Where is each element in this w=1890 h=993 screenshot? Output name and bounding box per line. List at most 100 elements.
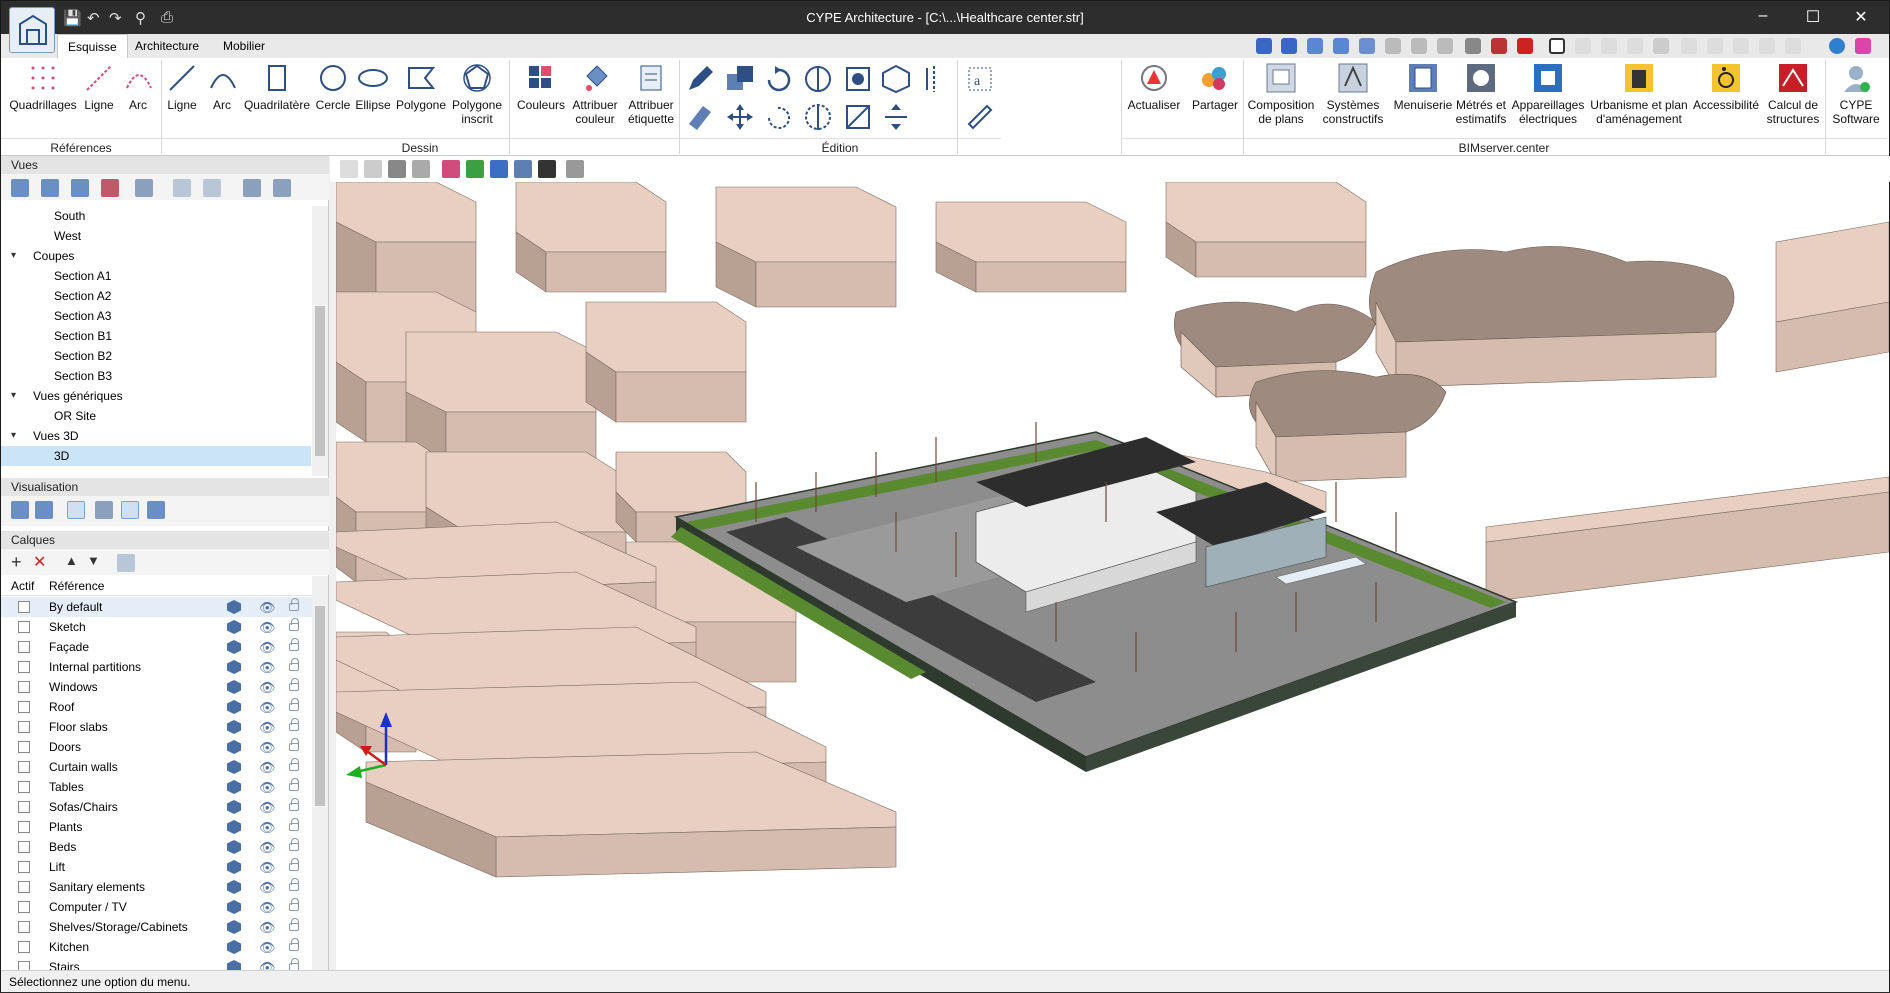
layer-active-checkbox[interactable] <box>18 681 30 693</box>
eye-icon[interactable]: 👁 <box>259 638 276 658</box>
3d-icon[interactable] <box>566 160 584 178</box>
layer-row[interactable]: By default 👁 <box>1 597 313 617</box>
eye-icon[interactable]: 👁 <box>259 618 276 638</box>
layer-active-checkbox[interactable] <box>18 861 30 873</box>
ortho-icon[interactable] <box>1627 38 1643 54</box>
layer-active-checkbox[interactable] <box>18 841 30 853</box>
eye-icon[interactable]: 👁 <box>259 678 276 698</box>
accessibilite-button[interactable]: Accessibilité <box>1691 62 1761 112</box>
wireframe-icon[interactable] <box>67 501 85 519</box>
layer-3d-icon[interactable] <box>227 720 241 734</box>
delete-view-icon[interactable] <box>101 179 119 197</box>
zoom-out-icon[interactable] <box>1333 38 1349 54</box>
layer-row[interactable]: Curtain walls 👁 <box>1 757 313 777</box>
layer-row[interactable]: Sanitary elements 👁 <box>1 877 313 897</box>
layer-3d-icon[interactable] <box>227 680 241 694</box>
lock-icon[interactable] <box>289 858 299 871</box>
zoom-window-icon[interactable] <box>1359 38 1375 54</box>
eye-icon[interactable]: 👁 <box>259 798 276 818</box>
app-logo-icon[interactable] <box>9 7 55 53</box>
layer-active-checkbox[interactable] <box>18 821 30 833</box>
lock-icon[interactable] <box>289 598 299 611</box>
calcul-structures-button[interactable]: Calcul de structures <box>1763 62 1823 126</box>
layer-active-checkbox[interactable] <box>18 641 30 653</box>
layer-3d-icon[interactable] <box>227 600 241 614</box>
layer-active-checkbox[interactable] <box>18 801 30 813</box>
rotate-icon[interactable] <box>763 64 793 94</box>
tab-mobilier[interactable]: Mobilier <box>213 34 275 58</box>
layer-3d-icon[interactable] <box>227 880 241 894</box>
eye-icon[interactable]: 👁 <box>259 918 276 938</box>
pencil-icon[interactable] <box>685 64 715 94</box>
minimize-button[interactable]: – <box>1743 7 1783 25</box>
layer-active-checkbox[interactable] <box>18 741 30 753</box>
eye-icon[interactable]: 👁 <box>259 858 276 878</box>
visibility-icon[interactable] <box>538 160 556 178</box>
chevron-down-icon[interactable]: ▾ <box>11 246 16 266</box>
tab-architecture[interactable]: Architecture <box>125 34 209 58</box>
couleurs-button[interactable]: Couleurs <box>515 62 567 112</box>
3d-viewport[interactable] <box>336 182 1889 970</box>
eye-icon[interactable]: 👁 <box>259 898 276 918</box>
layer-active-checkbox[interactable] <box>18 781 30 793</box>
layer-3d-icon[interactable] <box>227 920 241 934</box>
lock-icon[interactable] <box>289 938 299 951</box>
texture-icon[interactable] <box>121 501 139 519</box>
book-icon[interactable] <box>243 179 261 197</box>
layers-scrollbar[interactable] <box>312 576 328 970</box>
orbit-view-icon[interactable] <box>412 160 430 178</box>
box-icon[interactable] <box>881 64 911 94</box>
tree-item-row[interactable]: Section A1 <box>1 266 311 286</box>
layer-row[interactable]: Sofas/Chairs 👁 <box>1 797 313 817</box>
axis-icon[interactable] <box>1681 38 1697 54</box>
pan-icon[interactable] <box>1281 38 1297 54</box>
tree-group-row[interactable]: ▾ Vues génériques <box>1 386 311 406</box>
center-icon[interactable] <box>1601 38 1617 54</box>
layer-active-checkbox[interactable] <box>18 901 30 913</box>
grid-icon[interactable] <box>1465 38 1481 54</box>
cercle-button[interactable]: Cercle <box>315 62 351 112</box>
layer-3d-icon[interactable] <box>227 800 241 814</box>
box-view-icon[interactable] <box>514 160 532 178</box>
eye-icon[interactable]: 👁 <box>259 718 276 738</box>
polygone-button[interactable]: Polygone <box>395 62 447 112</box>
lock-icon[interactable] <box>289 798 299 811</box>
lock-icon[interactable] <box>289 818 299 831</box>
camera-icon[interactable] <box>173 179 191 197</box>
layer-3d-icon[interactable] <box>227 820 241 834</box>
layer-row[interactable]: Lift 👁 <box>1 857 313 877</box>
orbit-icon[interactable] <box>1256 38 1272 54</box>
eye-icon[interactable]: 👁 <box>259 598 276 618</box>
layer-3d-icon[interactable] <box>227 780 241 794</box>
layer-active-checkbox[interactable] <box>18 941 30 953</box>
section-icon[interactable] <box>442 160 460 178</box>
move-up-icon[interactable]: ▲ <box>65 553 78 568</box>
zoom-in-icon[interactable] <box>1307 38 1323 54</box>
chevron-down-icon[interactable]: ▾ <box>11 386 16 406</box>
measure-icon[interactable] <box>919 64 949 94</box>
layer-active-checkbox[interactable] <box>18 621 30 633</box>
layer-row[interactable]: Windows 👁 <box>1 677 313 697</box>
display-mode-icon[interactable] <box>11 501 29 519</box>
layers-stack-icon[interactable] <box>147 501 165 519</box>
tree-group-row[interactable]: ▾ Coupes <box>1 246 311 266</box>
lock-icon[interactable] <box>289 898 299 911</box>
delete-layer-icon[interactable]: ✕ <box>33 552 46 572</box>
layer-row[interactable]: Sketch 👁 <box>1 617 313 637</box>
offset-icon[interactable] <box>843 64 873 94</box>
views-scrollbar[interactable] <box>312 206 328 476</box>
lock-icon[interactable] <box>289 838 299 851</box>
layer-row[interactable]: Tables 👁 <box>1 777 313 797</box>
quadrilatere-button[interactable]: Quadrilatère <box>243 62 311 112</box>
appareillages-button[interactable]: Appareillages électriques <box>1511 62 1585 126</box>
tree-item-row[interactable]: West <box>1 226 311 246</box>
grid-toggle-icon[interactable] <box>1575 38 1591 54</box>
layer-row[interactable]: Doors 👁 <box>1 737 313 757</box>
tab-esquisse[interactable]: Esquisse <box>57 34 128 58</box>
layers-icon[interactable] <box>1733 38 1749 54</box>
text-icon[interactable]: a <box>965 64 995 94</box>
polygone-inscrit-button[interactable]: Polygone inscrit <box>451 62 503 126</box>
menuiserie-button[interactable]: Menuiserie <box>1391 62 1455 112</box>
eraser-icon[interactable] <box>685 102 715 132</box>
ref-arc-button[interactable]: Arc <box>123 62 153 112</box>
